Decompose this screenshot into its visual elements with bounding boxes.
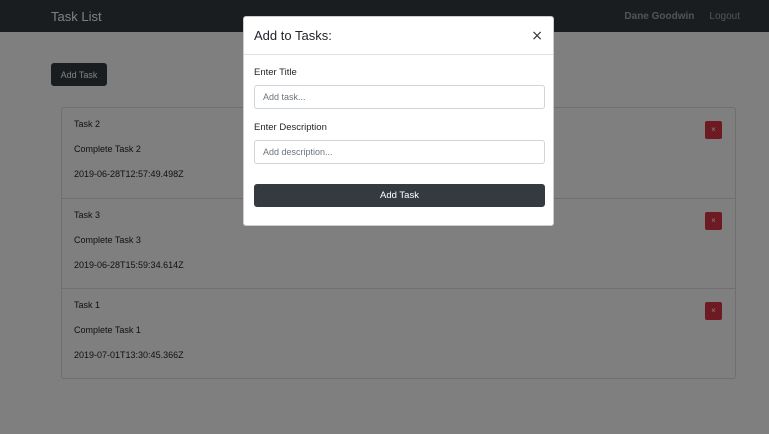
title-field-label: Enter Title [254, 67, 297, 78]
description-input[interactable] [254, 140, 545, 164]
modal-title: Add to Tasks: [254, 28, 332, 43]
close-icon[interactable]: × [531, 29, 543, 43]
description-field-label: Enter Description [254, 122, 327, 133]
add-task-modal: Add to Tasks: × Enter Title Enter Descri… [243, 16, 554, 226]
submit-task-button[interactable]: Add Task [254, 184, 545, 207]
title-input[interactable] [254, 85, 545, 109]
modal-header: Add to Tasks: × [244, 17, 553, 55]
modal-body: Enter Title Enter Description Add Task [244, 55, 553, 219]
app-root: Task List Dane Goodwin Logout Add Task T… [0, 0, 769, 434]
